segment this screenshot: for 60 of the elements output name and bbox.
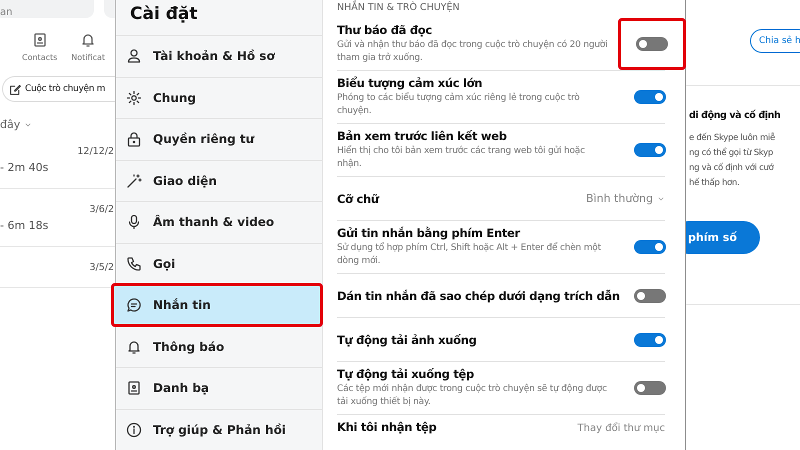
- call-date: 3/6/2: [88, 204, 114, 215]
- setting-description: Phóng to các biểu tượng cảm xúc riêng lẻ trong cuộc trò chuyện.: [337, 92, 581, 118]
- toggle-switch[interactable]: [634, 240, 666, 254]
- compose-icon: [9, 82, 22, 96]
- nav-item[interactable]: Danh bạ: [116, 367, 322, 408]
- info-icon: [126, 422, 142, 438]
- nav-tab[interactable]: Notificat: [71, 32, 106, 62]
- section-header[interactable]: đây: [0, 118, 20, 131]
- contacts-icon: [32, 32, 48, 48]
- nav-item[interactable]: Thông báo: [116, 326, 322, 367]
- change-folder-link[interactable]: Thay đổi thư mục: [578, 423, 665, 434]
- toggle-switch[interactable]: [634, 332, 666, 346]
- nav-item[interactable]: Giao diện: [116, 160, 322, 201]
- contacts-icon: [126, 380, 142, 396]
- settings-icon: [126, 90, 142, 106]
- setting-description: Các tệp mới nhận được trong cuộc trò chuyện sẽ tự động được tải xuống thiết bị này.: [337, 383, 608, 409]
- nav-item[interactable]: Chung: [116, 76, 322, 118]
- person-icon: [126, 48, 142, 64]
- setting-title: Gửi tin nhắn bằng phím Enter: [337, 226, 522, 240]
- lock-icon: [126, 131, 142, 148]
- toggle-switch[interactable]: [636, 37, 668, 51]
- dropdown[interactable]: Bình thường: [586, 192, 665, 205]
- toggle-switch[interactable]: [634, 381, 666, 395]
- setting-title: Dán tin nhắn đã sao chép dưới dạng trích dẫn: [337, 288, 619, 302]
- dialpad-button[interactable]: phím số: [686, 221, 760, 254]
- microphone-icon: [126, 214, 142, 230]
- setting-title: Tự động tải xuống tệp: [337, 367, 475, 381]
- nav-tab[interactable]: Contacts: [22, 32, 58, 62]
- magic-wand-icon: [126, 172, 142, 189]
- call-duration: - 6m 18s: [0, 219, 50, 232]
- toggle-switch[interactable]: [634, 90, 666, 104]
- share-button[interactable]: Chia sẻ h: [750, 29, 800, 53]
- setting-title: Thư báo đã đọc: [337, 23, 433, 37]
- setting-description: Sử dụng tổ hợp phím Ctrl, Shift hoặc Alt + Enter để chèn một dòng mới.: [337, 242, 602, 268]
- toggle-switch[interactable]: [634, 143, 666, 157]
- setting-title: Cỡ chữ: [337, 192, 380, 206]
- chat-icon: [126, 297, 142, 314]
- setting-description: Hiển thị cho tôi bản xem trước các trang web tôi gửi hoặc nhận.: [337, 145, 586, 171]
- nav-item[interactable]: Trợ giúp & Phản hồi: [116, 408, 322, 450]
- new-chat-button[interactable]: Cuộc trò chuyện m: [2, 76, 115, 102]
- call-duration: - 2m 40s: [0, 161, 50, 174]
- settings-title: Cài đặt: [130, 4, 198, 26]
- nav-item[interactable]: Nhắn tin: [112, 284, 322, 326]
- setting-title: Khi tôi nhận tệp: [337, 420, 436, 434]
- promo-title: di động và cố định: [689, 110, 782, 121]
- call-date: 12/12/2: [76, 146, 114, 157]
- nav-item[interactable]: Âm thanh & video: [116, 201, 322, 242]
- setting-title: Tự động tải ảnh xuống: [337, 332, 478, 346]
- setting-title: Biểu tượng cảm xúc lớn: [337, 76, 484, 90]
- phone-icon: [126, 256, 142, 272]
- nav-item[interactable]: Tài khoản & Hồ sơ: [116, 35, 322, 76]
- section-header: NHẮN TIN & TRÒ CHUYỆN: [337, 2, 461, 15]
- promo-text: e đến Skype luôn miễ ng có thể gọi từ Skyp ng và cố định với cướ hế thấp hơn.: [689, 132, 776, 190]
- toggle-switch[interactable]: [634, 288, 666, 302]
- setting-description: Gửi và nhận thư báo đã đọc trong cuộc trò chuyện có 20 người tham gia trở xuống.: [337, 39, 608, 65]
- nav-item[interactable]: Quyền riêng tư: [116, 118, 322, 160]
- call-date: 3/5/2: [88, 262, 114, 273]
- bell-icon: [80, 32, 96, 48]
- setting-title: Bản xem trước liên kết web: [337, 129, 508, 143]
- bell-icon: [126, 338, 142, 355]
